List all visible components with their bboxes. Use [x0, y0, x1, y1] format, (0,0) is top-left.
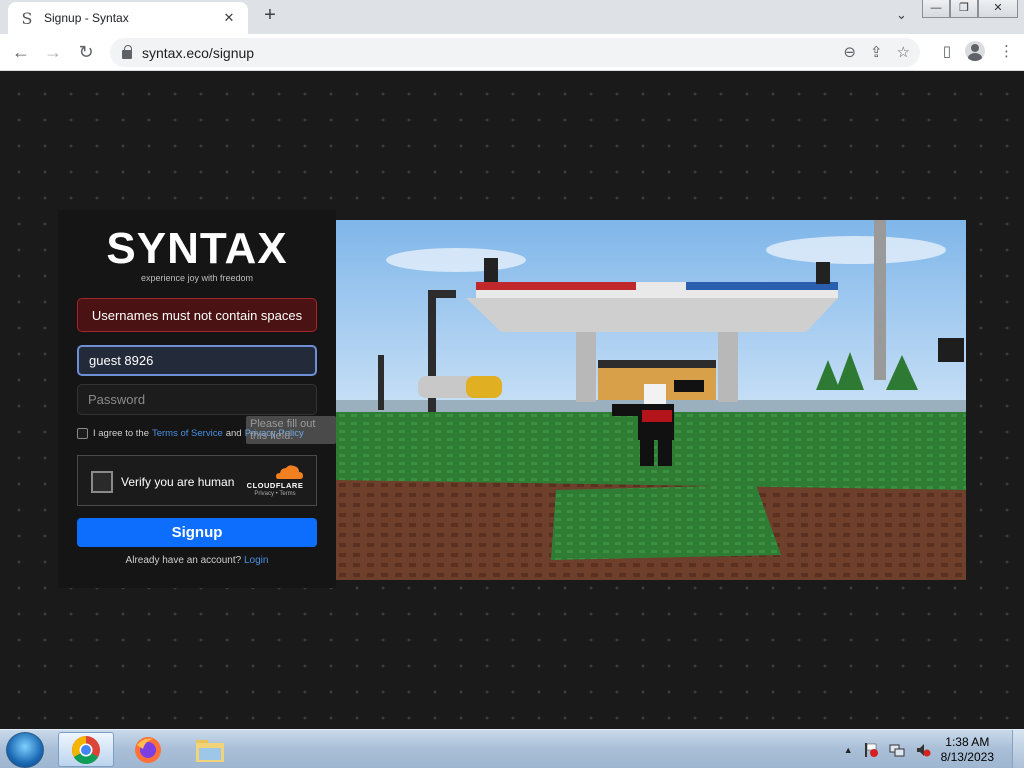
login-link[interactable]: Login [244, 555, 268, 566]
window-controls: — ❐ ✕ [922, 0, 1018, 18]
username-input[interactable]: guest 8926 [77, 345, 317, 376]
tos-and: and [225, 428, 242, 439]
forward-icon[interactable]: → [40, 40, 66, 66]
tagline: experience joy with freedom [140, 273, 254, 283]
browser-menu-icon[interactable]: ⋮ [999, 42, 1014, 60]
system-tray: ▲ 1:38 AM 8/13/2023 [844, 733, 994, 767]
address-bar[interactable]: syntax.eco/signup ⊖ ⇪ ☆ [110, 38, 920, 67]
cloudflare-logo: CLOUDFLARE Privacy • Terms [242, 464, 308, 500]
windows-taskbar: ▲ 1:38 AM 8/13/2023 [0, 729, 1024, 768]
action-center-flag-icon[interactable] [863, 742, 879, 758]
minimize-button[interactable]: — [922, 0, 950, 18]
firefox-icon [135, 736, 161, 763]
captcha-checkbox[interactable] [91, 471, 113, 493]
show-desktop-button[interactable] [1012, 730, 1024, 768]
page-background: SYNTAX experience joy with freedom Usern… [0, 71, 1024, 729]
tray-expand-icon[interactable]: ▲ [844, 745, 853, 755]
taskbar-explorer[interactable] [182, 732, 238, 767]
password-input[interactable]: Password [77, 384, 317, 415]
syntax-favicon-icon: S [21, 8, 33, 28]
taskbar-chrome[interactable] [58, 732, 114, 767]
back-icon[interactable]: ← [8, 40, 34, 66]
lock-icon[interactable] [122, 45, 132, 59]
signup-button[interactable]: Signup [77, 518, 317, 547]
cloudflare-captcha: Verify you are human CLOUDFLARE Privacy … [77, 455, 317, 506]
tab-title: Signup - Syntax [44, 11, 129, 25]
tos-checkbox[interactable] [77, 428, 88, 439]
bookmark-star-icon[interactable]: ☆ [897, 43, 910, 61]
terms-of-service-link[interactable]: Terms of Service [152, 428, 223, 439]
syntax-logo: SYNTAX [106, 224, 288, 273]
clock-date: 8/13/2023 [940, 750, 994, 764]
cloudflare-cloud-icon [276, 465, 303, 479]
share-icon[interactable]: ⇪ [870, 43, 883, 61]
network-icon[interactable] [889, 742, 905, 758]
reload-icon[interactable]: ↻ [73, 40, 99, 66]
clock[interactable]: 1:38 AM 8/13/2023 [941, 735, 994, 765]
volume-muted-icon[interactable] [915, 742, 931, 758]
folder-icon [196, 739, 224, 762]
taskbar-firefox[interactable] [120, 732, 176, 767]
restore-button[interactable]: ❐ [950, 0, 978, 18]
login-prefix: Already have an account? [125, 555, 242, 566]
url-text[interactable]: syntax.eco/signup [142, 45, 254, 61]
cloudflare-links[interactable]: Privacy • Terms [242, 491, 308, 497]
browser-toolbar: ← → ↻ syntax.eco/signup ⊖ ⇪ ☆ ▯ ⋮ [0, 34, 1024, 71]
clock-time: 1:38 AM [945, 735, 990, 749]
game-scene-image [336, 220, 966, 580]
error-alert: Usernames must not contain spaces [77, 298, 317, 332]
zoom-icon[interactable]: ⊖ [843, 43, 856, 61]
profile-avatar-icon[interactable] [965, 41, 985, 61]
tab-search-chevron-icon[interactable]: ⌄ [896, 7, 907, 23]
cloudflare-wordmark: CLOUDFLARE [246, 481, 304, 490]
signup-card: SYNTAX experience joy with freedom Usern… [58, 210, 336, 588]
tos-prefix: I agree to the [93, 428, 149, 439]
close-window-button[interactable]: ✕ [978, 0, 1018, 18]
close-tab-icon[interactable]: ✕ [220, 10, 238, 26]
tab-signup[interactable]: S Signup - Syntax ✕ [8, 2, 248, 34]
tab-strip: S Signup - Syntax ✕ + ⌄ — ❐ ✕ [0, 0, 1024, 34]
chrome-icon [72, 735, 100, 764]
validation-tooltip: Please fill out this field. [246, 416, 336, 444]
side-panel-icon[interactable]: ▯ [943, 42, 951, 60]
new-tab-button[interactable]: + [258, 4, 282, 28]
start-button[interactable] [6, 732, 44, 768]
captcha-label: Verify you are human [121, 475, 235, 489]
login-prompt: Already have an account? Login [58, 555, 336, 566]
